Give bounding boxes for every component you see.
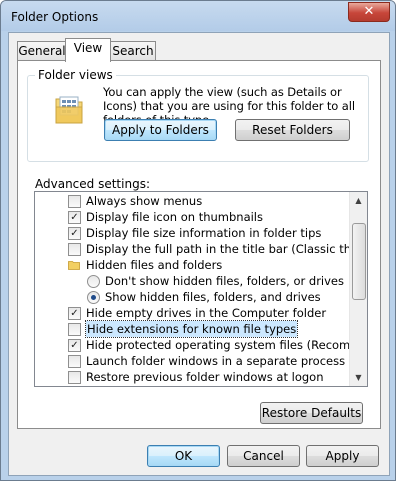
checkbox[interactable]: ✓ <box>68 339 81 352</box>
list-item-label: Hide empty drives in the Computer folder <box>86 306 327 320</box>
list-item-label: Restore previous folder windows at logon <box>86 370 324 384</box>
dialog-body: General View Search Folder views You can… <box>8 32 390 476</box>
list-item[interactable]: Don't show hidden files, folders, or dri… <box>35 273 349 289</box>
checkbox[interactable]: ✓ <box>68 227 81 240</box>
vertical-scrollbar[interactable]: ▲ ▼ <box>349 192 367 386</box>
list-item[interactable]: Launch folder windows in a separate proc… <box>35 353 349 369</box>
reset-folders-button[interactable]: Reset Folders <box>235 119 350 141</box>
checkbox[interactable] <box>68 195 81 208</box>
apply-to-folders-button[interactable]: Apply to Folders <box>104 119 217 141</box>
list-item-label: Don't show hidden files, folders, or dri… <box>105 274 345 288</box>
restore-defaults-button[interactable]: Restore Defaults <box>260 402 363 424</box>
advanced-settings-list[interactable]: Always show menus ✓ Display file icon on t… <box>34 191 368 387</box>
checkbox[interactable] <box>68 323 81 336</box>
radio-button[interactable] <box>87 291 100 304</box>
list-item[interactable]: Restore previous folder windows at logon <box>35 369 349 385</box>
list-item[interactable]: ✓ Display file size information in folder… <box>35 225 349 241</box>
folder-options-window: Folder Options ✕ General View Search Fol… <box>0 0 396 481</box>
list-item[interactable]: ✓ Display file icon on thumbnails <box>35 209 349 225</box>
list-item-label: Display file icon on thumbnails <box>86 210 263 224</box>
tab-search[interactable]: Search <box>110 41 156 60</box>
list-item[interactable]: ✓ Hide empty drives in the Computer folde… <box>35 305 349 321</box>
cancel-button[interactable]: Cancel <box>227 445 300 467</box>
scroll-down-icon[interactable]: ▼ <box>350 369 367 386</box>
folder-view-icon <box>55 96 83 124</box>
list-item[interactable]: Show hidden files, folders, and drives <box>35 289 349 305</box>
list-item-label: Hide extensions for known file types <box>84 320 299 338</box>
list-item-label: Launch folder windows in a separate proc… <box>86 354 346 368</box>
list-item-label: Display file size information in folder … <box>86 226 322 240</box>
list-item[interactable]: Display the full path in the title bar (… <box>35 241 367 257</box>
advanced-settings-label: Advanced settings: <box>35 177 150 191</box>
apply-button[interactable]: Apply <box>306 445 379 467</box>
list-item[interactable]: ✓ Hide protected operating system files (… <box>35 337 367 353</box>
list-item-label: Hide protected operating system files (R… <box>86 338 367 352</box>
checkbox[interactable]: ✓ <box>68 307 81 320</box>
scroll-up-icon[interactable]: ▲ <box>350 192 367 209</box>
tab-general[interactable]: General <box>17 41 67 60</box>
list-item[interactable]: Hide extensions for known file types <box>35 320 349 338</box>
title-bar[interactable]: Folder Options ✕ <box>1 1 395 31</box>
list-item-label: Always show menus <box>86 194 203 208</box>
list-item-label: Display the full path in the title bar (… <box>86 242 367 256</box>
folder-views-legend: Folder views <box>35 68 116 82</box>
window-title: Folder Options <box>11 10 99 24</box>
folder-icon <box>68 261 80 270</box>
checkbox[interactable] <box>68 243 81 256</box>
close-button[interactable]: ✕ <box>348 2 390 22</box>
list-item-label: Hidden files and folders <box>86 258 223 272</box>
checkbox[interactable] <box>68 355 81 368</box>
list-item-label: Show hidden files, folders, and drives <box>105 290 321 304</box>
list-item[interactable]: Hidden files and folders <box>35 257 349 273</box>
radio-button[interactable] <box>87 275 100 288</box>
scrollbar-thumb[interactable] <box>352 223 366 300</box>
checkbox[interactable]: ✓ <box>68 211 81 224</box>
tab-view[interactable]: View <box>65 38 111 62</box>
ok-button[interactable]: OK <box>147 445 220 467</box>
checkbox[interactable] <box>68 371 81 384</box>
list-item[interactable]: Always show menus <box>35 193 349 209</box>
